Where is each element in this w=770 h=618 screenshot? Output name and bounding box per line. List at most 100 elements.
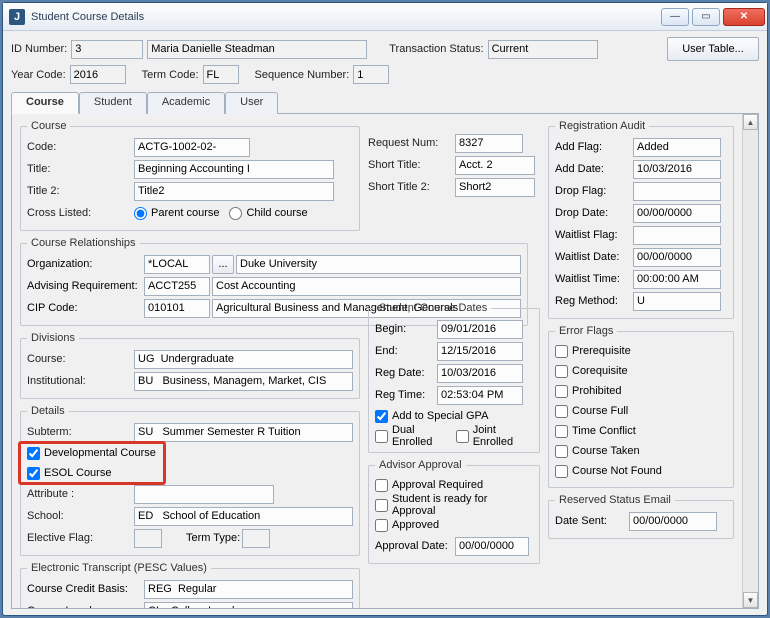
div-course-label: Course: [27, 353, 132, 365]
title-field[interactable] [134, 160, 334, 179]
resv-date-field[interactable] [629, 512, 717, 531]
year-field[interactable] [70, 65, 126, 84]
tx-label: Transaction Status: [389, 43, 483, 55]
elect-field[interactable] [134, 529, 162, 548]
dev-course-checkbox[interactable]: Developmental Course [27, 443, 353, 463]
window: J Student Course Details — ▭ ✕ ID Number… [2, 2, 768, 616]
wlflag-label: Waitlist Flag: [555, 229, 631, 241]
regd-field[interactable] [437, 364, 523, 383]
wlflag-field[interactable] [633, 226, 721, 245]
minimize-button[interactable]: — [661, 8, 689, 26]
title2-field[interactable] [134, 182, 334, 201]
student-dates-group: Student Course Dates Begin: End: Reg Dat… [368, 302, 540, 453]
code-field[interactable] [134, 138, 250, 157]
level-field[interactable] [144, 602, 353, 610]
wltime-field[interactable] [633, 270, 721, 289]
dropdate-field[interactable] [633, 204, 721, 223]
err-taken-checkbox[interactable]: Course Taken [555, 441, 727, 461]
tab-user[interactable]: User [225, 92, 278, 114]
dropflag-field[interactable] [633, 182, 721, 201]
basis-label: Course Credit Basis: [27, 583, 142, 595]
cip-label: CIP Code: [27, 302, 142, 314]
div-course-field[interactable] [134, 350, 353, 369]
err-coreq-checkbox[interactable]: Corequisite [555, 361, 727, 381]
basis-field[interactable] [144, 580, 353, 599]
err-notfound-checkbox[interactable]: Course Not Found [555, 461, 727, 481]
elect-label: Elective Flag: [27, 532, 132, 544]
cip-code-field[interactable] [144, 299, 210, 318]
div-inst-field[interactable] [134, 372, 353, 391]
err-prereq-checkbox[interactable]: Prerequisite [555, 341, 727, 361]
termtype-field[interactable] [242, 529, 270, 548]
short-label: Short Title: [368, 159, 453, 171]
dual-checkbox[interactable]: Dual Enrolled [375, 426, 452, 446]
term-field[interactable] [203, 65, 239, 84]
name-field[interactable] [147, 40, 367, 59]
tx-field[interactable] [488, 40, 598, 59]
audit-legend: Registration Audit [555, 120, 649, 132]
reserved-group: Reserved Status Email Date Sent: [548, 494, 734, 539]
adv-req-checkbox[interactable]: Approval Required [375, 475, 533, 495]
advisor-legend: Advisor Approval [375, 459, 466, 471]
adv-ready-checkbox[interactable]: Student is ready for Approval [375, 495, 533, 515]
regm-field[interactable] [633, 292, 721, 311]
window-title: Student Course Details [31, 11, 658, 23]
begin-field[interactable] [437, 320, 523, 339]
addgpa-checkbox[interactable]: Add to Special GPA [375, 406, 533, 426]
subterm-field[interactable] [134, 423, 353, 442]
short2-label: Short Title 2: [368, 181, 453, 193]
tab-academic[interactable]: Academic [147, 92, 225, 114]
tab-student[interactable]: Student [79, 92, 147, 114]
err-full-checkbox[interactable]: Course Full [555, 401, 727, 421]
scroll-up-icon[interactable]: ▲ [743, 114, 758, 130]
app-icon: J [9, 9, 25, 25]
tab-course[interactable]: Course [11, 92, 79, 114]
req-field[interactable] [455, 134, 523, 153]
course-legend: Course [27, 120, 70, 132]
code-label: Code: [27, 141, 132, 153]
scrollbar[interactable]: ▲ ▼ [742, 114, 758, 608]
close-button[interactable]: ✕ [723, 8, 765, 26]
adddate-field[interactable] [633, 160, 721, 179]
err-proh-checkbox[interactable]: Prohibited [555, 381, 727, 401]
addflag-label: Add Flag: [555, 141, 631, 153]
esol-course-checkbox[interactable]: ESOL Course [27, 463, 353, 483]
year-label: Year Code: [11, 69, 66, 81]
reserved-legend: Reserved Status Email [555, 494, 675, 506]
div-inst-label: Institutional: [27, 375, 132, 387]
regt-field[interactable] [437, 386, 523, 405]
scroll-down-icon[interactable]: ▼ [743, 592, 758, 608]
maximize-button[interactable]: ▭ [692, 8, 720, 26]
client-area: ID Number: Transaction Status: User Tabl… [3, 31, 767, 615]
attr-label: Attribute : [27, 488, 132, 500]
adv-date-label: Approval Date: [375, 540, 453, 552]
regm-label: Reg Method: [555, 295, 631, 307]
school-field[interactable] [134, 507, 353, 526]
wldate-field[interactable] [633, 248, 721, 267]
audit-group: Registration Audit Add Flag: Add Date: D… [548, 120, 734, 319]
parent-radio[interactable]: Parent course [134, 203, 219, 223]
err-time-checkbox[interactable]: Time Conflict [555, 421, 727, 441]
title-label: Title: [27, 163, 132, 175]
user-table-button[interactable]: User Table... [667, 37, 759, 61]
titlebar: J Student Course Details — ▭ ✕ [3, 3, 767, 31]
end-field[interactable] [437, 342, 523, 361]
regt-label: Reg Time: [375, 389, 435, 401]
wltime-label: Waitlist Time: [555, 273, 631, 285]
joint-checkbox[interactable]: Joint Enrolled [456, 426, 533, 446]
adv-code-field[interactable] [144, 277, 210, 296]
adv-date-field[interactable] [455, 537, 529, 556]
addflag-field[interactable] [633, 138, 721, 157]
wldate-label: Waitlist Date: [555, 251, 631, 263]
attr-field[interactable] [134, 485, 274, 504]
short2-field[interactable] [455, 178, 535, 197]
child-radio[interactable]: Child course [229, 203, 307, 223]
divisions-legend: Divisions [27, 332, 79, 344]
adddate-label: Add Date: [555, 163, 631, 175]
id-field[interactable] [71, 40, 143, 59]
org-code-field[interactable] [144, 255, 210, 274]
org-browse-button[interactable]: ... [212, 255, 234, 274]
seq-field[interactable] [353, 65, 389, 84]
short-field[interactable] [455, 156, 535, 175]
adv-approved-checkbox[interactable]: Approved [375, 515, 533, 535]
